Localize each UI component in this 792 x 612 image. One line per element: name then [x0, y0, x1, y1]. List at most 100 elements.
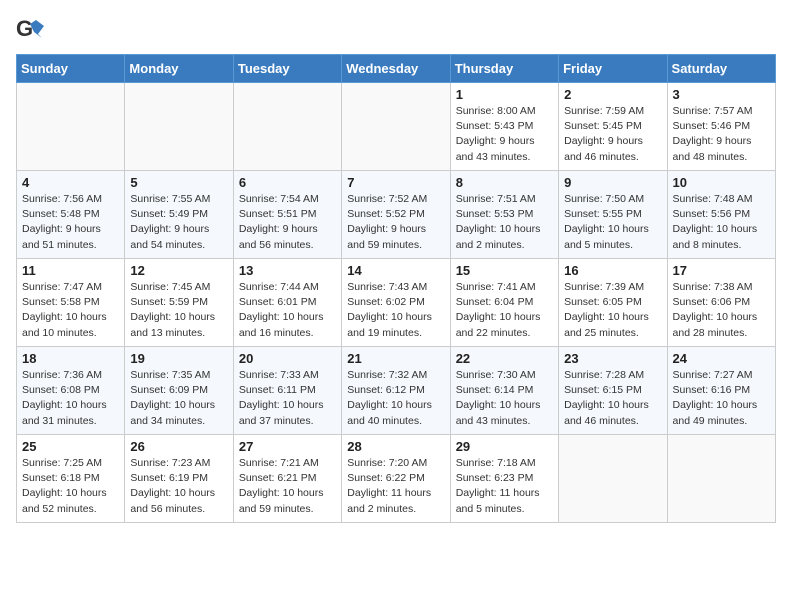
day-info: Sunrise: 7:30 AMSunset: 6:14 PMDaylight:…	[456, 368, 553, 429]
daylight-label: Daylight: 10 hours	[347, 311, 432, 323]
calendar-cell: 3 Sunrise: 7:57 AMSunset: 5:46 PMDaylight…	[667, 83, 775, 171]
daylight-label: Daylight: 10 hours	[130, 487, 215, 499]
calendar-table: SundayMondayTuesdayWednesdayThursdayFrid…	[16, 54, 776, 523]
daylight-label: Daylight: 11 hours	[347, 487, 431, 499]
daylight-label: Daylight: 9 hours	[673, 135, 752, 147]
daylight-label: Daylight: 10 hours	[456, 399, 541, 411]
col-header-tuesday: Tuesday	[233, 55, 341, 83]
daylight-label: Daylight: 9 hours	[130, 223, 209, 235]
day-info: Sunrise: 7:54 AMSunset: 5:51 PMDaylight:…	[239, 192, 336, 253]
day-number: 3	[673, 87, 770, 102]
day-number: 5	[130, 175, 227, 190]
day-info: Sunrise: 7:39 AMSunset: 6:05 PMDaylight:…	[564, 280, 661, 341]
week-row-4: 18Sunrise: 7:36 AMSunset: 6:08 PMDayligh…	[17, 347, 776, 435]
day-info: Sunrise: 7:27 AMSunset: 6:16 PMDaylight:…	[673, 368, 770, 429]
daylight-label: Daylight: 10 hours	[130, 311, 215, 323]
col-header-monday: Monday	[125, 55, 233, 83]
calendar-cell: 4Sunrise: 7:56 AMSunset: 5:48 PMDaylight…	[17, 171, 125, 259]
day-info: Sunrise: 7:38 AMSunset: 6:06 PMDaylight:…	[673, 280, 770, 341]
daylight-label: Daylight: 9 hours	[564, 135, 643, 147]
calendar-cell: 17 Sunrise: 7:38 AMSunset: 6:06 PMDayligh…	[667, 259, 775, 347]
day-info: Sunrise: 7:57 AMSunset: 5:46 PMDaylight:…	[673, 104, 770, 165]
calendar-cell: 24Sunrise: 7:27 AMSunset: 6:16 PMDayligh…	[667, 347, 775, 435]
daylight-label: Daylight: 10 hours	[22, 311, 107, 323]
calendar-header-row: SundayMondayTuesdayWednesdayThursdayFrid…	[17, 55, 776, 83]
day-info: Sunrise: 7:32 AMSunset: 6:12 PMDaylight:…	[347, 368, 444, 429]
daylight-label: Daylight: 10 hours	[673, 311, 758, 323]
calendar-cell: 19Sunrise: 7:35 AMSunset: 6:09 PMDayligh…	[125, 347, 233, 435]
daylight-label: Daylight: 10 hours	[564, 223, 649, 235]
day-info: Sunrise: 7:28 AMSunset: 6:15 PMDaylight:…	[564, 368, 661, 429]
day-number: 10	[673, 175, 770, 190]
day-info: Sunrise: 7:25 AMSunset: 6:18 PMDaylight:…	[22, 456, 119, 517]
day-number: 14	[347, 263, 444, 278]
day-number: 25	[22, 439, 119, 454]
daylight-label: Daylight: 10 hours	[564, 399, 649, 411]
calendar-cell: 20Sunrise: 7:33 AMSunset: 6:11 PMDayligh…	[233, 347, 341, 435]
daylight-label: Daylight: 10 hours	[347, 399, 432, 411]
day-number: 16	[564, 263, 661, 278]
day-info: Sunrise: 7:23 AMSunset: 6:19 PMDaylight:…	[130, 456, 227, 517]
daylight-label: Daylight: 10 hours	[456, 311, 541, 323]
day-number: 8	[456, 175, 553, 190]
calendar-cell: 25 Sunrise: 7:25 AMSunset: 6:18 PMDayligh…	[17, 435, 125, 523]
calendar-cell: 27 Sunrise: 7:21 AMSunset: 6:21 PMDayligh…	[233, 435, 341, 523]
calendar-cell: 14Sunrise: 7:43 AMSunset: 6:02 PMDayligh…	[342, 259, 450, 347]
day-number: 17	[673, 263, 770, 278]
calendar-cell	[233, 83, 341, 171]
day-info: Sunrise: 7:52 AMSunset: 5:52 PMDaylight:…	[347, 192, 444, 253]
logo-icon: G	[16, 16, 44, 44]
calendar-cell: 10 Sunrise: 7:48 AMSunset: 5:56 PMDayligh…	[667, 171, 775, 259]
calendar-cell: 7Sunrise: 7:52 AMSunset: 5:52 PMDaylight…	[342, 171, 450, 259]
week-row-1: 1Sunrise: 8:00 AMSunset: 5:43 PMDaylight…	[17, 83, 776, 171]
svg-text:G: G	[16, 16, 33, 41]
day-info: Sunrise: 7:33 AMSunset: 6:11 PMDaylight:…	[239, 368, 336, 429]
calendar-cell: 29 Sunrise: 7:18 AMSunset: 6:23 PMDayligh…	[450, 435, 558, 523]
calendar-cell	[17, 83, 125, 171]
day-number: 29	[456, 439, 553, 454]
calendar-cell: 18Sunrise: 7:36 AMSunset: 6:08 PMDayligh…	[17, 347, 125, 435]
day-info: Sunrise: 7:35 AMSunset: 6:09 PMDaylight:…	[130, 368, 227, 429]
week-row-3: 11Sunrise: 7:47 AMSunset: 5:58 PMDayligh…	[17, 259, 776, 347]
day-info: Sunrise: 7:55 AMSunset: 5:49 PMDaylight:…	[130, 192, 227, 253]
calendar-cell: 21 Sunrise: 7:32 AMSunset: 6:12 PMDayligh…	[342, 347, 450, 435]
day-number: 21	[347, 351, 444, 366]
calendar-cell: 9Sunrise: 7:50 AMSunset: 5:55 PMDaylight…	[559, 171, 667, 259]
calendar-cell	[667, 435, 775, 523]
daylight-label: Daylight: 10 hours	[673, 223, 758, 235]
day-info: Sunrise: 7:18 AMSunset: 6:23 PMDaylight:…	[456, 456, 553, 517]
day-info: Sunrise: 7:47 AMSunset: 5:58 PMDaylight:…	[22, 280, 119, 341]
daylight-label: Daylight: 10 hours	[673, 399, 758, 411]
day-number: 6	[239, 175, 336, 190]
daylight-label: Daylight: 11 hours	[456, 487, 540, 499]
daylight-label: Daylight: 9 hours	[456, 135, 535, 147]
calendar-cell: 22 Sunrise: 7:30 AMSunset: 6:14 PMDayligh…	[450, 347, 558, 435]
calendar-cell: 13Sunrise: 7:44 AMSunset: 6:01 PMDayligh…	[233, 259, 341, 347]
calendar-cell: 26Sunrise: 7:23 AMSunset: 6:19 PMDayligh…	[125, 435, 233, 523]
day-info: Sunrise: 7:36 AMSunset: 6:08 PMDaylight:…	[22, 368, 119, 429]
calendar-cell: 8Sunrise: 7:51 AMSunset: 5:53 PMDaylight…	[450, 171, 558, 259]
day-info: Sunrise: 7:56 AMSunset: 5:48 PMDaylight:…	[22, 192, 119, 253]
day-info: Sunrise: 7:21 AMSunset: 6:21 PMDaylight:…	[239, 456, 336, 517]
day-number: 22	[456, 351, 553, 366]
day-info: Sunrise: 7:48 AMSunset: 5:56 PMDaylight:…	[673, 192, 770, 253]
daylight-label: Daylight: 10 hours	[239, 399, 324, 411]
day-info: Sunrise: 7:59 AMSunset: 5:45 PMDaylight:…	[564, 104, 661, 165]
day-number: 12	[130, 263, 227, 278]
day-number: 28	[347, 439, 444, 454]
day-number: 23	[564, 351, 661, 366]
day-number: 27	[239, 439, 336, 454]
calendar-cell: 15Sunrise: 7:41 AMSunset: 6:04 PMDayligh…	[450, 259, 558, 347]
daylight-label: Daylight: 10 hours	[456, 223, 541, 235]
daylight-label: Daylight: 9 hours	[239, 223, 318, 235]
day-number: 2	[564, 87, 661, 102]
calendar-cell: 11Sunrise: 7:47 AMSunset: 5:58 PMDayligh…	[17, 259, 125, 347]
col-header-wednesday: Wednesday	[342, 55, 450, 83]
day-number: 1	[456, 87, 553, 102]
daylight-label: Daylight: 9 hours	[347, 223, 426, 235]
col-header-thursday: Thursday	[450, 55, 558, 83]
daylight-label: Daylight: 9 hours	[22, 223, 101, 235]
day-info: Sunrise: 7:50 AMSunset: 5:55 PMDaylight:…	[564, 192, 661, 253]
day-info: Sunrise: 7:44 AMSunset: 6:01 PMDaylight:…	[239, 280, 336, 341]
calendar-cell	[342, 83, 450, 171]
